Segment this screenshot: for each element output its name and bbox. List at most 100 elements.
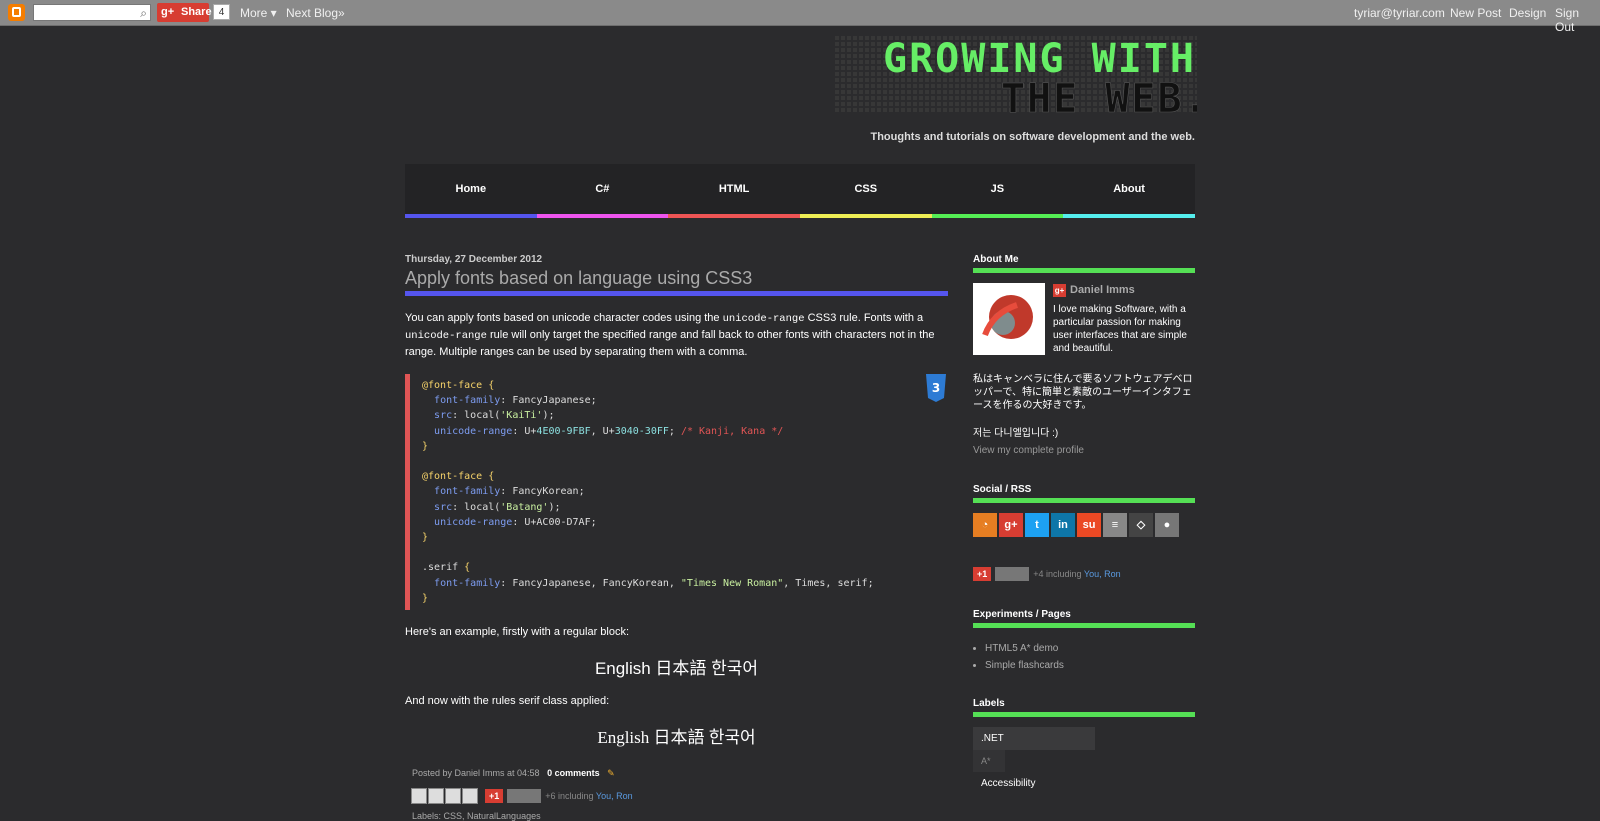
tab-bar-csharp	[536, 214, 669, 218]
user-email: tyriar@tyriar.com	[1354, 6, 1445, 20]
code-prop: font-family	[434, 486, 501, 498]
experiment-link[interactable]: HTML5 A* demo	[985, 640, 1195, 657]
social-title: Social / RSS	[973, 484, 1195, 503]
plus-one-text: +6 including You, Ron	[545, 791, 632, 801]
profile: g+ Daniel Imms I love making Software, w…	[973, 283, 1195, 357]
tab-css[interactable]: CSS	[800, 164, 932, 214]
post-share-row: +1 +6 including You, Ron	[405, 787, 948, 805]
twitter-icon[interactable]: t	[1025, 513, 1049, 537]
code-at-rule: @font-face	[422, 471, 483, 483]
code-value: FancyJapanese	[512, 395, 591, 407]
sample-regular: English 日本語 한국어	[594, 659, 759, 679]
plus-one-button[interactable]: +1	[973, 566, 992, 581]
twitter-share-icon[interactable]	[445, 787, 461, 804]
tab-bar-css	[800, 214, 932, 218]
blog-this-icon[interactable]	[428, 787, 444, 804]
post: Thursday, 27 December 2012 Apply fonts b…	[405, 250, 948, 821]
view-profile-link[interactable]: View my complete profile	[973, 445, 1195, 456]
code-hex: 3040-30FF	[614, 425, 669, 437]
main-nav-tabs: Home C# HTML CSS JS About	[405, 164, 1195, 218]
intro-code-1: unicode-range	[722, 313, 805, 325]
tab-js[interactable]: JS	[932, 164, 1064, 214]
profile-bio-korean: 저는 다니엘입니다 :)	[973, 428, 1059, 439]
about-me-title: About Me	[973, 254, 1195, 273]
stackoverflow-icon[interactable]: ≡	[1103, 513, 1127, 537]
code-string: 'Batang'	[500, 501, 549, 513]
tab-bar-home	[405, 214, 537, 218]
more-menu[interactable]: More ▾	[240, 6, 277, 20]
intro-code-2: unicode-range	[405, 330, 487, 342]
blog-title-logo[interactable]: GROWING WITH THE WEB.	[835, 36, 1197, 114]
intro-text-1: You can apply fonts based on unicode cha…	[405, 312, 723, 324]
experiments-list: HTML5 A* demo Simple flashcards	[973, 640, 1195, 674]
tab-about[interactable]: About	[1063, 164, 1195, 214]
post-labels: Labels: CSS, NaturalLanguages	[412, 811, 541, 821]
plus-one-button[interactable]: +1	[485, 788, 504, 803]
title-line2: THE WEB.	[1001, 76, 1197, 114]
profile-bio: I love making Software, with a particula…	[1053, 304, 1187, 354]
facebook-share-icon[interactable]	[462, 787, 478, 804]
code-string: "Times New Roman"	[680, 577, 784, 589]
post-title[interactable]: Apply fonts based on language using CSS3	[405, 268, 948, 296]
sign-out-link[interactable]: Sign Out	[1555, 6, 1600, 34]
plus-one-names[interactable]: You, Ron	[596, 791, 633, 801]
rss-icon[interactable]: ◔	[973, 513, 997, 537]
post-footer: Posted by Daniel Imms at 04:58 0 comment…	[405, 768, 948, 779]
github-icon[interactable]: ●	[1155, 513, 1179, 537]
profile-name[interactable]: Daniel Imms	[1070, 284, 1135, 296]
share-button[interactable]: g+ Share	[157, 3, 212, 22]
label-link[interactable]: .NET	[973, 727, 1095, 750]
labels-cloud: .NET A* Accessibility	[973, 727, 1195, 795]
code-value: FancyKorean	[512, 486, 579, 498]
design-link[interactable]: Design	[1509, 6, 1546, 20]
plus-one-text: +4 including You, Ron	[1033, 569, 1120, 579]
label-link[interactable]: Accessibility	[973, 772, 1065, 795]
google-plus-icon[interactable]: g+	[999, 513, 1023, 537]
plus-one-avatars	[507, 788, 542, 803]
code-selector: .serif	[422, 562, 459, 574]
sidebar-plus-row: +1 +4 including You, Ron	[973, 565, 1195, 581]
experiment-link[interactable]: Simple flashcards	[985, 657, 1195, 674]
css3-badge-text: 3	[932, 381, 940, 395]
search-icon[interactable]: ⌕	[140, 6, 147, 21]
blogger-navbar: ⌕ g+ Share 4 More ▾ Next Blog» tyriar@ty…	[0, 0, 1600, 34]
code-value: U+AC00-D7AF	[524, 516, 591, 528]
search-input[interactable]: ⌕	[33, 4, 151, 21]
sidebar: About Me g+ Daniel Imms I love making So…	[973, 250, 1195, 795]
edit-pencil-icon[interactable]: ✎	[607, 768, 615, 778]
blogger-logo-icon[interactable]	[8, 4, 25, 21]
css3-badge-icon: 3	[926, 374, 946, 402]
tab-csharp[interactable]: C#	[537, 164, 669, 214]
post-intro: You can apply fonts based on unicode cha…	[405, 310, 948, 360]
next-blog-link[interactable]: Next Blog»	[286, 6, 345, 20]
linkedin-icon[interactable]: in	[1051, 513, 1075, 537]
plus-one-count: +4 including	[1033, 568, 1084, 579]
code-prop: font-family	[434, 577, 501, 589]
code-value: , Times, serif	[783, 577, 868, 589]
plus-one-count: +6 including	[545, 790, 596, 801]
google-plus-icon: g+	[161, 6, 175, 18]
email-share-icon[interactable]	[411, 787, 427, 804]
tab-html[interactable]: HTML	[668, 164, 800, 214]
google-plus-icon[interactable]: g+	[1053, 284, 1066, 297]
new-post-link[interactable]: New Post	[1450, 6, 1501, 20]
code-comment: /* Kanji, Kana */	[680, 425, 784, 437]
stumbleupon-icon[interactable]: su	[1077, 513, 1101, 537]
plus-one-names[interactable]: You, Ron	[1084, 569, 1121, 579]
codepen-icon[interactable]: ◇	[1129, 513, 1153, 537]
tab-bar-html	[668, 214, 800, 218]
social-icons: ◔ g+ t in su ≡ ◇ ●	[973, 513, 1195, 537]
plus-one-avatars	[995, 566, 1030, 581]
profile-photo[interactable]	[973, 283, 1045, 355]
tab-bar-about	[1063, 214, 1195, 218]
labels-title: Labels	[973, 698, 1195, 717]
example-regular-text: Here's an example, firstly with a regula…	[405, 626, 630, 639]
experiments-title: Experiments / Pages	[973, 609, 1195, 628]
code-value: FancyJapanese, FancyKorean,	[512, 577, 681, 589]
label-link[interactable]: A*	[973, 750, 1005, 772]
comments-link[interactable]: 0 comments	[547, 768, 600, 778]
sample-serif: English 日本語 한국어	[597, 728, 756, 748]
code-prop: src	[434, 501, 453, 513]
share-label: Share	[181, 6, 212, 18]
tab-home[interactable]: Home	[405, 164, 537, 214]
